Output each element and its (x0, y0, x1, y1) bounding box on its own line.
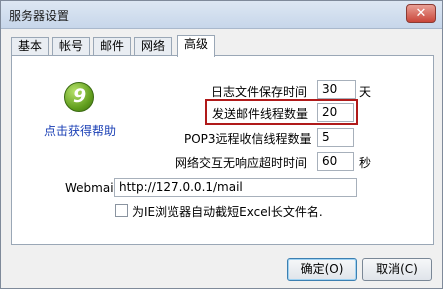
tab-bar: 基本 帐号 邮件 网络 高级 (11, 35, 431, 57)
pop3-threads-label: POP3远程收信线程数量 (184, 132, 312, 146)
logo-glyph: 9 (73, 85, 87, 107)
help-logo-icon[interactable]: 9 (64, 82, 94, 112)
ok-button[interactable]: 确定(O) (287, 258, 357, 281)
window-title: 服务器设置 (9, 9, 70, 23)
pop3-threads-input[interactable]: 5 (317, 128, 354, 147)
webmail-label: Webmail (65, 181, 117, 195)
tab-basic[interactable]: 基本 (11, 37, 50, 56)
network-timeout-label: 网络交互无响应超时时间 (175, 156, 308, 170)
server-settings-dialog: 服务器设置 ✕ 基本 帐号 邮件 网络 高级 9 点击获得帮助 日志文件保存时间… (0, 0, 443, 289)
ie-truncate-checkbox[interactable] (115, 204, 128, 217)
send-threads-label: 发送邮件线程数量 (212, 107, 309, 121)
close-button[interactable]: ✕ (406, 4, 436, 23)
tab-mail[interactable]: 邮件 (93, 37, 132, 56)
help-link[interactable]: 点击获得帮助 (44, 122, 116, 139)
webmail-url-input[interactable]: http://127.0.0.1/mail (114, 178, 357, 197)
ie-truncate-label: 为IE浏览器自动截短Excel长文件名. (132, 205, 323, 219)
network-timeout-input[interactable]: 60 (317, 152, 354, 171)
send-threads-input[interactable]: 20 (317, 103, 354, 122)
cancel-button[interactable]: 取消(C) (362, 258, 432, 281)
title-bar[interactable]: 服务器设置 ✕ (1, 1, 442, 29)
log-retention-label: 日志文件保存时间 (211, 85, 308, 99)
close-icon: ✕ (415, 6, 427, 21)
tab-account[interactable]: 帐号 (52, 37, 91, 56)
log-retention-input[interactable]: 30 (317, 80, 356, 99)
tab-advanced[interactable]: 高级 (177, 35, 216, 57)
network-timeout-unit: 秒 (359, 156, 372, 170)
log-retention-unit: 天 (359, 85, 372, 99)
tab-network[interactable]: 网络 (134, 37, 173, 56)
